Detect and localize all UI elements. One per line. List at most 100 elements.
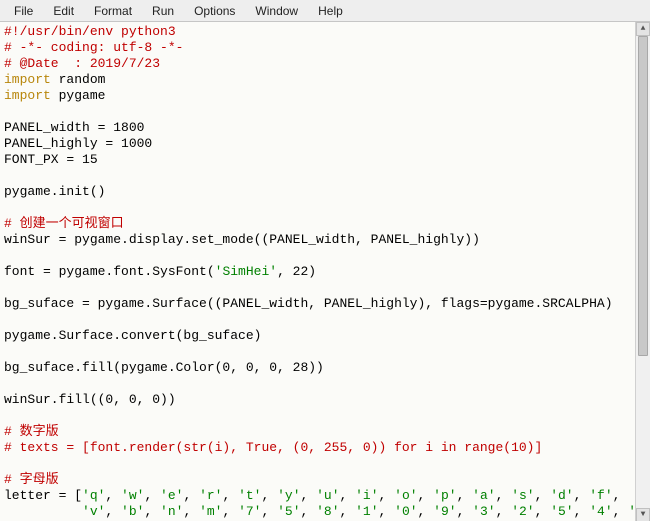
code-line: #!/usr/bin/env python3 (4, 24, 176, 39)
code-line: letter = ['q', 'w', 'e', 'r', 't', 'y', … (4, 488, 620, 503)
menu-item-edit[interactable]: Edit (43, 2, 84, 20)
code-token: '4' (589, 504, 612, 519)
code-token: , 22) (277, 264, 316, 279)
vertical-scrollbar[interactable]: ▲ ▼ (635, 22, 650, 521)
code-line: bg_suface.fill(pygame.Color(0, 0, 0, 28)… (4, 360, 324, 375)
code-token: # texts = [font.render(str(i), True, (0,… (4, 440, 542, 455)
code-token: 'a' (472, 488, 495, 503)
code-line: bg_suface = pygame.Surface((PANEL_width,… (4, 296, 613, 311)
code-token: 'i' (355, 488, 378, 503)
code-token: '8' (316, 504, 339, 519)
code-token: , (613, 504, 629, 519)
code-token: , (183, 504, 199, 519)
code-token: # -*- coding: utf-8 -*- (4, 40, 183, 55)
code-token: '1' (355, 504, 378, 519)
scroll-down-arrow[interactable]: ▼ (636, 508, 650, 521)
menu-item-window[interactable]: Window (245, 2, 308, 20)
code-token: FONT_PX = 15 (4, 152, 98, 167)
code-token: 's' (511, 488, 534, 503)
code-token: PANEL_highly = 1000 (4, 136, 152, 151)
code-token: 'y' (277, 488, 300, 503)
editor-area: #!/usr/bin/env python3 # -*- coding: utf… (0, 22, 650, 521)
code-token: , (105, 504, 121, 519)
menu-item-options[interactable]: Options (184, 2, 245, 20)
code-editor[interactable]: #!/usr/bin/env python3 # -*- coding: utf… (0, 22, 636, 521)
code-token: # 数字版 (4, 424, 59, 439)
code-token: , (535, 488, 551, 503)
code-token: , (144, 488, 160, 503)
code-line: # @Date : 2019/7/23 (4, 56, 160, 71)
code-token: 'e' (160, 488, 183, 503)
code-line: # 创建一个可视窗口 (4, 216, 124, 231)
code-token: , (340, 488, 356, 503)
menu-bar: FileEditFormatRunOptionsWindowHelp (0, 0, 650, 22)
code-token: '9' (433, 504, 456, 519)
code-line: 'v', 'b', 'n', 'm', '7', '5', '8', '1', … (4, 504, 636, 519)
code-token: '0' (394, 504, 417, 519)
code-token: , (261, 488, 277, 503)
menu-item-help[interactable]: Help (308, 2, 353, 20)
code-token: pygame (51, 88, 106, 103)
menu-item-file[interactable]: File (4, 2, 43, 20)
code-token: , (222, 504, 238, 519)
code-token: random (51, 72, 106, 87)
code-token: 'p' (433, 488, 456, 503)
code-line: PANEL_highly = 1000 (4, 136, 152, 151)
code-token: , (301, 504, 317, 519)
code-token: , (261, 504, 277, 519)
code-line: # 字母版 (4, 472, 59, 487)
code-line: import pygame (4, 88, 105, 103)
code-line: # texts = [font.render(str(i), True, (0,… (4, 440, 542, 455)
code-token: , (457, 488, 473, 503)
code-token: , (340, 504, 356, 519)
code-token: , (379, 488, 395, 503)
code-line: font = pygame.font.SysFont('SimHei', 22) (4, 264, 316, 279)
code-line: pygame.init() (4, 184, 105, 199)
code-token: PANEL_width = 1800 (4, 120, 144, 135)
code-token: bg_suface.fill(pygame.Color(0, 0, 0, 28)… (4, 360, 324, 375)
code-token: 'm' (199, 504, 222, 519)
code-line: pygame.Surface.convert(bg_suface) (4, 328, 261, 343)
code-line: winSur = pygame.display.set_mode((PANEL_… (4, 232, 480, 247)
code-token: 'w' (121, 488, 144, 503)
code-token: bg_suface = pygame.Surface((PANEL_width,… (4, 296, 613, 311)
code-token: winSur = pygame.display.set_mode((PANEL_… (4, 232, 480, 247)
code-token: 'n' (160, 504, 183, 519)
code-token: , (418, 488, 434, 503)
code-token: import (4, 88, 51, 103)
code-token: '3' (472, 504, 495, 519)
code-token: 't' (238, 488, 261, 503)
code-token: , (457, 504, 473, 519)
code-token: 'v' (82, 504, 105, 519)
code-token: , (418, 504, 434, 519)
code-line: import random (4, 72, 105, 87)
scroll-thumb[interactable] (638, 36, 648, 356)
scroll-up-arrow[interactable]: ▲ (636, 22, 650, 36)
code-line: # -*- coding: utf-8 -*- (4, 40, 183, 55)
code-line: FONT_PX = 15 (4, 152, 98, 167)
code-line: winSur.fill((0, 0, 0)) (4, 392, 176, 407)
code-token: , (105, 488, 121, 503)
code-token: 'SimHei' (215, 264, 277, 279)
code-token: '7' (238, 504, 261, 519)
code-token: font = pygame.font.SysFont( (4, 264, 215, 279)
menu-item-run[interactable]: Run (142, 2, 184, 20)
code-token: # 创建一个可视窗口 (4, 216, 124, 231)
code-token: , (574, 504, 590, 519)
code-token: , (535, 504, 551, 519)
code-token: , (183, 488, 199, 503)
code-token: winSur.fill((0, 0, 0)) (4, 392, 176, 407)
code-token: # @Date : 2019/7/23 (4, 56, 160, 71)
code-token: 'u' (316, 488, 339, 503)
code-line: PANEL_width = 1800 (4, 120, 144, 135)
code-token: , (222, 488, 238, 503)
code-token: , (301, 488, 317, 503)
code-token: 'b' (121, 504, 144, 519)
code-token: letter = [ (4, 488, 82, 503)
code-line: # 数字版 (4, 424, 59, 439)
code-token: pygame.Surface.convert(bg_suface) (4, 328, 261, 343)
code-token: '5' (277, 504, 300, 519)
code-token: 'd' (550, 488, 573, 503)
code-token: 'r' (199, 488, 222, 503)
menu-item-format[interactable]: Format (84, 2, 142, 20)
